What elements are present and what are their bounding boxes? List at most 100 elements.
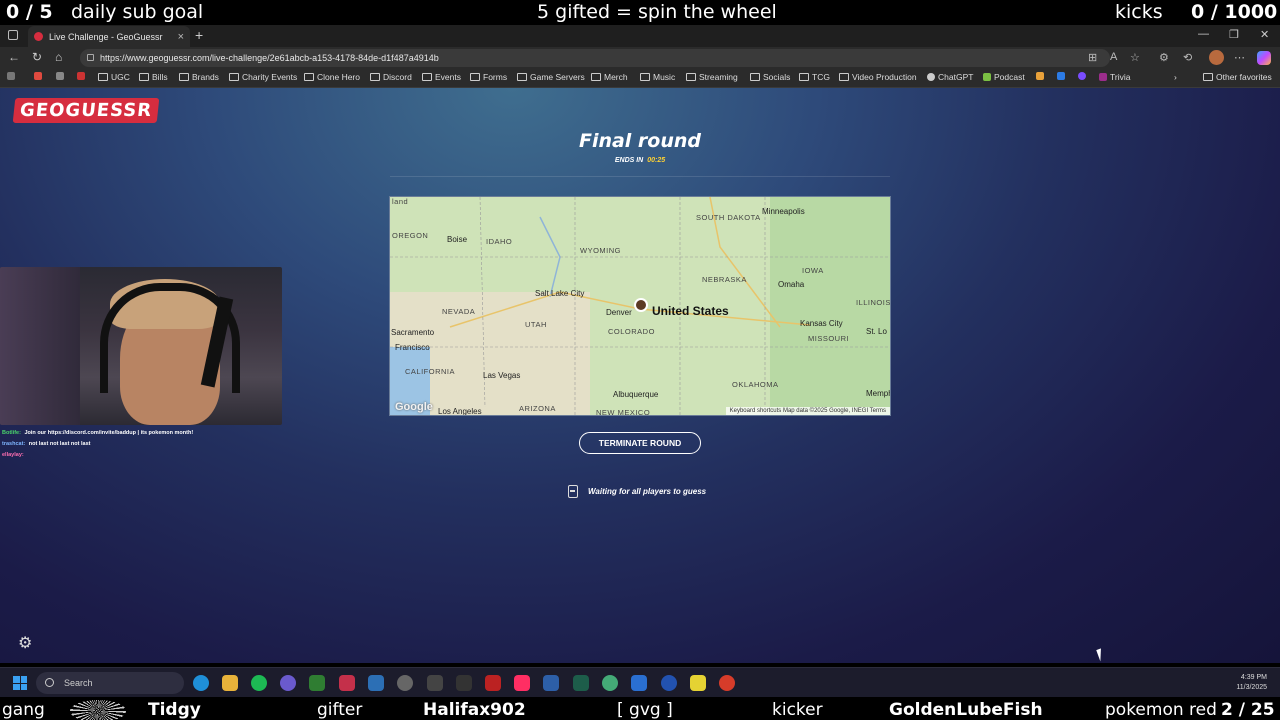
hourglass-icon [568, 485, 578, 498]
app-icon[interactable] [631, 675, 647, 691]
read-aloud-icon[interactable]: A [1110, 51, 1117, 63]
favorite-star-icon[interactable]: ☆ [1130, 51, 1140, 64]
app-available-icon[interactable]: ⊞ [1088, 51, 1097, 64]
map-city: Los Angeles [438, 407, 482, 416]
ticker-pokemon-count: 2 / 25 [1221, 700, 1275, 720]
bookmark-purple-icon[interactable] [1078, 72, 1086, 80]
bookmark-trivia[interactable]: Trivia [1099, 72, 1130, 82]
map-label: IDAHO [486, 237, 513, 246]
site-info-icon[interactable] [87, 54, 94, 61]
back-icon[interactable]: ← [8, 50, 20, 64]
kicks-label: kicks [1115, 1, 1163, 23]
bookmark-discord[interactable]: Discord [370, 72, 412, 82]
bookmark-music[interactable]: Music [640, 72, 675, 82]
map-city: Boise [447, 235, 468, 244]
round-timer: ENDS IN 00:25 [540, 157, 740, 164]
map-attribution[interactable]: Keyboard shortcuts Map data ©2025 Google… [725, 407, 890, 415]
map-label: WYOMING [580, 246, 621, 255]
webcam-background [0, 267, 80, 425]
bookmark-socials[interactable]: Socials [750, 72, 790, 82]
more-menu-icon[interactable]: ⋯ [1234, 51, 1245, 64]
bookmarks-overflow-icon[interactable]: › [1174, 72, 1177, 82]
history-icon[interactable]: ⟲ [1183, 51, 1192, 64]
bookmark-charity-events[interactable]: Charity Events [229, 72, 297, 82]
taskbar-search[interactable]: Search [36, 672, 184, 694]
edge-icon[interactable] [193, 675, 209, 691]
minimize-icon[interactable]: — [1198, 28, 1209, 40]
new-tab-icon[interactable]: + [195, 27, 203, 43]
chat-user: ellaylay: [2, 452, 24, 458]
home-icon[interactable]: ⌂ [55, 50, 62, 64]
bookmark-search-icon[interactable] [56, 72, 64, 80]
app-icon[interactable] [602, 675, 618, 691]
terminate-round-button[interactable]: TERMINATE ROUND [579, 432, 701, 454]
app-icon[interactable] [543, 675, 559, 691]
bookmark-brands[interactable]: Brands [179, 72, 219, 82]
obs-icon[interactable] [397, 675, 413, 691]
bookmark-other-favorites[interactable]: Other favorites [1203, 72, 1272, 82]
geoguessr-logo[interactable]: GEOGUESSR [12, 98, 160, 123]
refresh-icon[interactable]: ↻ [32, 50, 42, 64]
tab-actions-icon[interactable] [8, 30, 18, 40]
tab-title: Live Challenge - GeoGuessr [49, 31, 163, 42]
chat-text: Join our https://discord.com/invite/badd… [24, 430, 194, 436]
bookmark-game-servers[interactable]: Game Servers [517, 72, 585, 82]
bookmark-red-icon[interactable] [77, 72, 85, 80]
close-tab-icon[interactable]: × [178, 31, 184, 43]
daily-sub-label: daily sub goal [71, 1, 204, 23]
bookmark-merch[interactable]: Merch [591, 72, 628, 82]
chat-overlay: Botlife: Join our https://discord.com/in… [2, 430, 292, 463]
ticker-tidgy: Tidgy [148, 700, 201, 720]
bookmark-events[interactable]: Events [422, 72, 461, 82]
bookmark-forms[interactable]: Forms [470, 72, 507, 82]
settings-gear-icon[interactable]: ⚙ [18, 633, 32, 653]
bookmark-reading-icon[interactable] [7, 72, 15, 80]
chat-message: Botlife: Join our https://discord.com/in… [2, 430, 292, 441]
map-country-label: United States [652, 304, 729, 318]
restore-icon[interactable]: ❐ [1229, 28, 1239, 41]
app-icon[interactable] [573, 675, 589, 691]
app-icon[interactable] [690, 675, 706, 691]
bookmark-blue-icon[interactable] [1057, 72, 1065, 80]
close-window-icon[interactable]: ✕ [1260, 28, 1269, 41]
profile-avatar[interactable] [1209, 50, 1224, 65]
file-explorer-icon[interactable] [222, 675, 238, 691]
app-icon[interactable] [456, 675, 472, 691]
bookmark-streaming[interactable]: Streaming [686, 72, 738, 82]
map-label: IOWA [802, 266, 824, 275]
bookmark-orange-icon[interactable] [1036, 72, 1044, 80]
app-icon[interactable] [309, 675, 325, 691]
app-icon[interactable] [661, 675, 677, 691]
bookmark-podcast[interactable]: Podcast [983, 72, 1025, 82]
folder-icon [304, 73, 314, 81]
spotify-icon[interactable] [251, 675, 267, 691]
windows-taskbar: Search 4:39 PM 11/3/2025 [0, 667, 1280, 697]
bookmark-ugc[interactable]: UGC [98, 72, 130, 82]
bookmark-clone-hero[interactable]: Clone Hero [304, 72, 360, 82]
app-icon[interactable] [719, 675, 735, 691]
bookmark-video-production[interactable]: Video Production [839, 72, 917, 82]
guess-map[interactable]: land SOUTH DAKOTA Minneapolis OREGON Boi… [389, 196, 891, 416]
copilot-icon[interactable] [1257, 51, 1271, 65]
tiktok-icon[interactable] [514, 675, 530, 691]
ticker-goldenlube: GoldenLubeFish [889, 700, 1043, 720]
app-icon[interactable] [427, 675, 443, 691]
bookmark-bills[interactable]: Bills [139, 72, 168, 82]
app-icon[interactable] [368, 675, 384, 691]
system-clock[interactable]: 4:39 PM 11/3/2025 [1215, 673, 1267, 693]
stream-overlay-top: 0 / 5 daily sub goal 5 gifted = spin the… [0, 0, 1280, 25]
tab-geoguessr[interactable]: Live Challenge - GeoGuessr × [28, 26, 190, 47]
folder-icon [640, 73, 650, 81]
discord-icon[interactable] [280, 675, 296, 691]
map-label: NEBRASKA [702, 275, 747, 284]
map-label: OKLAHOMA [732, 380, 779, 389]
extensions-icon[interactable]: ⚙ [1159, 51, 1169, 64]
bookmark-tcg[interactable]: TCG [799, 72, 830, 82]
url-field[interactable]: https://www.geoguessr.com/live-challenge… [80, 49, 1110, 67]
bookmark-chatgpt[interactable]: ChatGPT [927, 72, 973, 82]
app-icon[interactable] [485, 675, 501, 691]
app-icon[interactable] [339, 675, 355, 691]
bookmark-apps-icon[interactable] [34, 72, 42, 80]
start-button[interactable] [13, 676, 27, 690]
player-guess-pin[interactable] [634, 298, 648, 312]
